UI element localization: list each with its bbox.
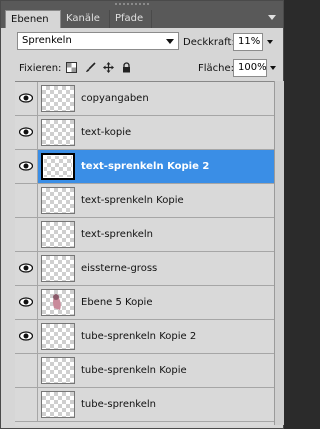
layer-name[interactable]: text-sprenkeln Kopie: [81, 184, 184, 217]
fill-label: Fläche:: [198, 63, 235, 74]
layer-name[interactable]: tube-sprenkeln: [81, 388, 156, 421]
eye-icon[interactable]: [19, 331, 33, 341]
visibility-cell[interactable]: [15, 354, 38, 387]
eye-icon[interactable]: [19, 161, 33, 171]
layer-thumbnail: [41, 221, 75, 248]
tab-bar: Ebenen Kanäle Pfade: [1, 1, 283, 28]
layer-row[interactable]: text-sprenkeln: [15, 218, 274, 252]
layer-list: copyangaben text-kopie text-sprenkeln Ko…: [15, 81, 274, 426]
layer-name[interactable]: text-sprenkeln Kopie 2: [81, 150, 209, 183]
layer-thumbnail: [41, 323, 75, 350]
layer-row[interactable]: eissterne-gross: [15, 252, 274, 286]
tab-kanaele[interactable]: Kanäle: [61, 10, 110, 28]
layers-panel: Ebenen Kanäle Pfade Sprenkeln Deckkraft:…: [0, 0, 284, 429]
visibility-cell[interactable]: [15, 116, 38, 149]
layer-list-scrollbar[interactable]: [274, 81, 284, 425]
layer-thumbnail: [41, 391, 75, 418]
opacity-label: Deckkraft:: [183, 37, 235, 48]
lock-transparency-icon[interactable]: [66, 62, 77, 73]
blend-opacity-row: Sprenkeln Deckkraft: 11%: [1, 28, 283, 56]
visibility-cell[interactable]: [15, 184, 38, 217]
eye-icon[interactable]: [19, 127, 33, 137]
layer-name[interactable]: tube-sprenkeln Kopie: [81, 354, 187, 387]
layer-name[interactable]: text-kopie: [81, 116, 131, 149]
blend-mode-value: Sprenkeln: [22, 35, 72, 46]
layer-row[interactable]: tube-sprenkeln Kopie: [15, 354, 274, 388]
tab-pfade[interactable]: Pfade: [110, 10, 152, 28]
fill-field[interactable]: 100%: [233, 59, 267, 77]
eye-icon[interactable]: [19, 263, 33, 273]
layer-row[interactable]: text-kopie: [15, 116, 274, 150]
layer-row[interactable]: Ebene 5 Kopie: [15, 286, 274, 320]
lock-all-icon[interactable]: [121, 62, 132, 73]
layer-row[interactable]: tube-sprenkeln: [15, 388, 274, 422]
tab-ebenen[interactable]: Ebenen: [5, 10, 61, 28]
layer-thumbnail: [41, 153, 75, 180]
layer-name[interactable]: Ebene 5 Kopie: [81, 286, 152, 319]
lock-label: Fixieren:: [19, 63, 62, 74]
visibility-cell[interactable]: [15, 82, 38, 115]
layer-name[interactable]: copyangaben: [81, 82, 149, 115]
chevron-down-icon: [166, 39, 174, 44]
layer-thumbnail: [41, 187, 75, 214]
layer-name[interactable]: eissterne-gross: [81, 252, 157, 285]
visibility-cell[interactable]: [15, 286, 38, 319]
layer-thumbnail: [41, 289, 75, 316]
panel-grip[interactable]: [115, 1, 245, 7]
visibility-cell[interactable]: [15, 252, 38, 285]
layer-row[interactable]: text-sprenkeln Kopie: [15, 184, 274, 218]
visibility-cell[interactable]: [15, 150, 38, 183]
eye-icon[interactable]: [19, 297, 33, 307]
panel-menu-icon[interactable]: [267, 12, 277, 22]
layer-thumbnail: [41, 119, 75, 146]
fill-arrow-icon[interactable]: [269, 60, 277, 76]
layer-thumbnail: [41, 357, 75, 384]
opacity-field[interactable]: 11%: [233, 33, 263, 51]
layer-row-selected[interactable]: text-sprenkeln Kopie 2: [15, 150, 274, 184]
lock-fill-row: Fixieren: Fläche: 100%: [1, 56, 283, 80]
layer-row[interactable]: tube-sprenkeln Kopie 2: [15, 320, 274, 354]
lock-pixels-brush-icon[interactable]: [85, 62, 96, 73]
visibility-cell[interactable]: [15, 320, 38, 353]
layer-thumbnail: [41, 85, 75, 112]
visibility-cell[interactable]: [15, 388, 38, 421]
layer-thumbnail: [41, 255, 75, 282]
layer-name[interactable]: text-sprenkeln: [81, 218, 153, 251]
eye-icon[interactable]: [19, 93, 33, 103]
layer-name[interactable]: tube-sprenkeln Kopie 2: [81, 320, 196, 353]
opacity-arrow-icon[interactable]: [266, 34, 274, 50]
layer-row[interactable]: copyangaben: [15, 82, 274, 116]
lock-position-move-icon[interactable]: [103, 62, 114, 73]
visibility-cell[interactable]: [15, 218, 38, 251]
figure-thumbnail-image: [53, 294, 61, 310]
blend-mode-select[interactable]: Sprenkeln: [17, 32, 179, 50]
